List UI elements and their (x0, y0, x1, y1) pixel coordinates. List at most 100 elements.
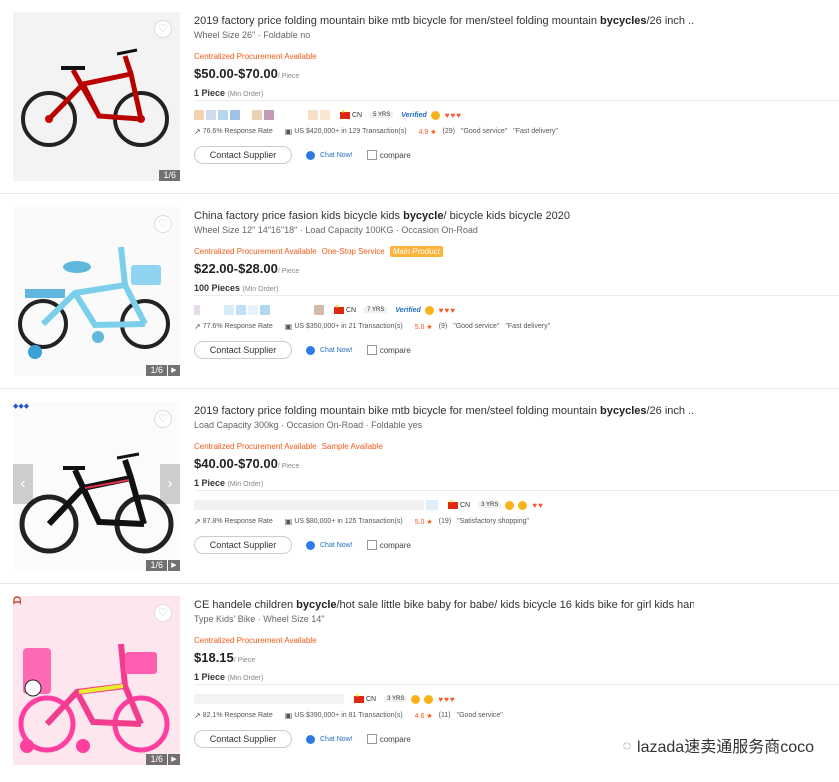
country: CN (366, 695, 377, 703)
actions-row: Contact Supplier Chat Now! compare (194, 536, 411, 554)
price: $50.00-$70.00/ Piece (194, 66, 300, 81)
response-rate: 77.6% Response Rate (202, 323, 273, 330)
transaction-icon: ▣ (284, 517, 293, 526)
play-icon[interactable]: ▶ (168, 754, 180, 765)
reviews-count[interactable]: (19) (439, 518, 451, 525)
favorite-heart-icon[interactable]: ♡ (154, 604, 172, 622)
play-icon[interactable]: ▶ (168, 365, 180, 376)
chat-icon (306, 540, 315, 550)
compare-checkbox[interactable]: compare (366, 540, 411, 550)
product-title[interactable]: 2019 factory price folding mountain bike… (194, 404, 694, 418)
product-image[interactable]: ♡ 1/6 ▶ (13, 207, 180, 376)
diamond-icon: ♥♥ (532, 500, 543, 510)
product-attributes: Type Kids' Bike · Wheel Size 14" (194, 614, 325, 624)
years-badge: 3 YRS (478, 502, 502, 508)
arrow-left-icon[interactable]: ‹ (13, 464, 33, 504)
china-flag-icon (340, 109, 350, 119)
contact-supplier-button[interactable]: Contact Supplier (194, 146, 292, 164)
favorite-heart-icon[interactable]: ♡ (154, 20, 172, 38)
favorite-heart-icon[interactable]: ♡ (154, 410, 172, 428)
china-flag-icon (354, 693, 364, 703)
rating: 4.9 ★ (418, 128, 437, 136)
actions-row: Contact Supplier Chat Now! compare (194, 730, 411, 748)
product-image[interactable]: ♡ 1/6 (13, 12, 180, 181)
supplier-row[interactable]: CN 7 YRS Verified ♥♥♥ (194, 304, 455, 316)
price: $40.00-$70.00/ Piece (194, 456, 300, 471)
reviews-count[interactable]: (11) (439, 712, 451, 719)
chat-now-link[interactable]: Chat Now! (306, 150, 353, 160)
image-counter: 1/6 (146, 754, 167, 765)
diamond-icon: ♥♥♥ (438, 694, 455, 704)
response-icon: ↗ (194, 711, 201, 720)
product-image[interactable]: ᗩ ♡ 1/6 ▶ (13, 596, 180, 765)
compare-checkbox[interactable]: compare (366, 150, 411, 160)
compare-checkbox[interactable]: compare (366, 345, 411, 355)
contact-supplier-button[interactable]: Contact Supplier (194, 341, 292, 359)
chat-now-link[interactable]: Chat Now! (306, 345, 353, 355)
rating: 5.0 ★ (414, 323, 433, 331)
product-info: CE handele children bycycle/hot sale lit… (194, 598, 839, 748)
product-attributes: Load Capacity 300kg · Occasion On-Road ·… (194, 420, 423, 430)
tag: Centralized Procurement Available (194, 247, 317, 256)
stats-row: ↗ 76.6% Response Rate ▣ US $420,000+ in 12… (194, 127, 564, 136)
supplier-row[interactable]: CN 3 YRS ♥♥ (194, 499, 543, 511)
supplier-row[interactable]: CN 5 YRS Verified ♥♥♥ (194, 109, 461, 121)
response-icon: ↗ (194, 517, 201, 526)
response-rate: 82.1% Response Rate (202, 712, 273, 719)
arrow-right-icon[interactable]: › (160, 464, 180, 504)
contact-supplier-button[interactable]: Contact Supplier (194, 730, 292, 748)
tags: Centralized Procurement Available (194, 46, 834, 61)
diamond-icon: ♥♥♥ (444, 110, 462, 120)
response-rate: 87.8% Response Rate (202, 518, 273, 525)
years-badge: 5 YRS (370, 112, 394, 118)
contact-supplier-button[interactable]: Contact Supplier (194, 536, 292, 554)
product-title[interactable]: CE handele children bycycle/hot sale lit… (194, 598, 694, 612)
product-image[interactable]: ◆◆◆ ‹ › ♡ 1/6 ▶ (13, 402, 180, 571)
min-order: 1 Piece (Min Order) (194, 88, 264, 98)
chat-now-link[interactable]: Chat Now! (306, 734, 353, 744)
product-attributes: Wheel Size 26" · Foldable no (194, 30, 311, 40)
medal-icon (430, 110, 440, 120)
compare-checkbox[interactable]: compare (366, 734, 411, 744)
medal-icon (411, 694, 421, 704)
product-card: ♡ 1/6 2019 factory price folding mountai… (0, 0, 839, 194)
watermark-text: lazada速卖通服务商coco (637, 739, 814, 756)
supplier-row[interactable]: CN 3 YRS ♥♥♥ (194, 693, 455, 705)
product-title[interactable]: 2019 factory price folding mountain bike… (194, 14, 694, 28)
response-rate: 76.6% Response Rate (202, 128, 273, 135)
tag: Centralized Procurement Available (194, 442, 317, 451)
medal-icon (505, 500, 515, 510)
chat-now-link[interactable]: Chat Now! (306, 540, 353, 550)
product-info: 2019 factory price folding mountain bike… (194, 14, 839, 164)
transactions: US $420,000+ in 129 Transaction(s) (294, 128, 407, 135)
medal-icon (424, 694, 434, 704)
reviews-count[interactable]: (29) (443, 128, 455, 135)
product-title[interactable]: China factory price fasion kids bicycle … (194, 209, 694, 223)
tag: Centralized Procurement Available (194, 52, 317, 61)
tag: Sample Available (321, 442, 383, 451)
review-quote: "Good service" (453, 323, 500, 330)
product-card: ♡ 1/6 ▶ China factory price fasion kids … (0, 195, 839, 389)
min-order: 100 Pieces (Min Order) (194, 283, 279, 293)
wechat-icon: ◌ (622, 737, 632, 753)
tag: Centralized Procurement Available (194, 636, 317, 645)
favorite-heart-icon[interactable]: ♡ (154, 215, 172, 233)
country: CN (352, 111, 363, 119)
min-order: 1 Piece (Min Order) (194, 478, 264, 488)
product-card: ◆◆◆ ‹ › ♡ 1/6 ▶ 2019 factory price foldi… (0, 390, 839, 584)
transaction-icon: ▣ (284, 711, 293, 720)
verified-badge: Verified (395, 306, 421, 314)
divider (194, 100, 839, 101)
image-counter: 1/6 (146, 365, 167, 376)
price: $18.15/ Piece (194, 650, 256, 665)
chat-icon (306, 345, 315, 355)
watermark: ◌ lazada速卖通服务商coco (623, 733, 814, 757)
response-icon: ↗ (194, 322, 201, 331)
diamond-icon: ♥♥♥ (438, 305, 456, 315)
play-icon[interactable]: ▶ (168, 560, 180, 571)
product-attributes: Wheel Size 12" 14"16"18" · Load Capacity… (194, 225, 478, 235)
medal-icon (424, 305, 434, 315)
tags: Centralized Procurement Available (194, 630, 834, 645)
reviews-count[interactable]: (9) (439, 323, 448, 330)
bike-image (13, 12, 180, 181)
